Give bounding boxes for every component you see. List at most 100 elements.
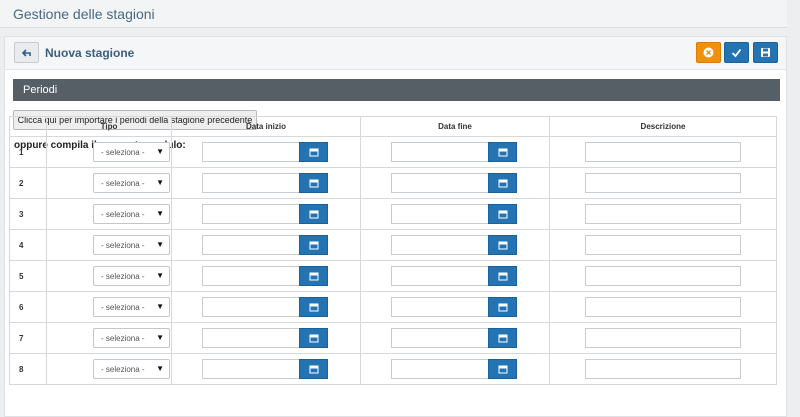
data-inizio-calendar-button[interactable] bbox=[299, 142, 328, 162]
data-inizio-input[interactable] bbox=[202, 142, 300, 162]
data-inizio-calendar-button[interactable] bbox=[299, 359, 328, 379]
back-arrow-icon bbox=[21, 48, 31, 57]
data-fine-input[interactable] bbox=[391, 204, 489, 224]
data-inizio-calendar-button[interactable] bbox=[299, 297, 328, 317]
descrizione-input[interactable] bbox=[585, 142, 741, 162]
data-fine-input[interactable] bbox=[391, 142, 489, 162]
tipo-select-value: - seleziona - bbox=[101, 303, 145, 312]
calendar-icon bbox=[498, 210, 507, 219]
table-row: 6 - seleziona - ▼ bbox=[9, 291, 777, 323]
data-inizio-calendar-button[interactable] bbox=[299, 266, 328, 286]
tipo-cell: - seleziona - ▼ bbox=[46, 167, 172, 199]
data-inizio-cell bbox=[171, 291, 361, 323]
header-data-fine: Data fine bbox=[360, 116, 550, 137]
back-button[interactable] bbox=[14, 42, 39, 63]
row-number: 4 bbox=[9, 229, 47, 261]
calendar-icon bbox=[309, 241, 318, 250]
data-fine-calendar-button[interactable] bbox=[488, 142, 517, 162]
data-fine-input[interactable] bbox=[391, 266, 489, 286]
data-inizio-field bbox=[202, 297, 328, 317]
periods-table: Tipo Data inizio Data fine Descrizione 1… bbox=[9, 116, 777, 385]
tipo-select[interactable]: - seleziona - ▼ bbox=[93, 142, 170, 162]
data-inizio-cell bbox=[171, 167, 361, 199]
data-fine-calendar-button[interactable] bbox=[488, 173, 517, 193]
tipo-select[interactable]: - seleziona - ▼ bbox=[93, 328, 170, 348]
data-inizio-calendar-button[interactable] bbox=[299, 204, 328, 224]
tipo-cell: - seleziona - ▼ bbox=[46, 136, 172, 168]
data-inizio-field bbox=[202, 235, 328, 255]
data-fine-field bbox=[391, 173, 517, 193]
descrizione-cell bbox=[549, 229, 777, 261]
tipo-select-value: - seleziona - bbox=[101, 241, 145, 250]
tipo-select[interactable]: - seleziona - ▼ bbox=[93, 204, 170, 224]
calendar-icon bbox=[498, 303, 507, 312]
table-row: 5 - seleziona - ▼ bbox=[9, 260, 777, 292]
data-fine-calendar-button[interactable] bbox=[488, 359, 517, 379]
data-fine-input[interactable] bbox=[391, 297, 489, 317]
header-num bbox=[9, 116, 47, 137]
data-inizio-input[interactable] bbox=[202, 328, 300, 348]
data-inizio-input[interactable] bbox=[202, 297, 300, 317]
data-inizio-calendar-button[interactable] bbox=[299, 328, 328, 348]
data-inizio-field bbox=[202, 204, 328, 224]
data-inizio-field bbox=[202, 328, 328, 348]
tipo-cell: - seleziona - ▼ bbox=[46, 260, 172, 292]
calendar-icon bbox=[309, 179, 318, 188]
data-inizio-input[interactable] bbox=[202, 173, 300, 193]
header-descrizione: Descrizione bbox=[549, 116, 777, 137]
calendar-icon bbox=[498, 365, 507, 374]
data-fine-input[interactable] bbox=[391, 328, 489, 348]
tipo-select[interactable]: - seleziona - ▼ bbox=[93, 173, 170, 193]
data-fine-calendar-button[interactable] bbox=[488, 297, 517, 317]
calendar-icon bbox=[498, 148, 507, 157]
caret-down-icon: ▼ bbox=[156, 364, 164, 373]
data-inizio-calendar-button[interactable] bbox=[299, 235, 328, 255]
data-inizio-field bbox=[202, 142, 328, 162]
tipo-cell: - seleziona - ▼ bbox=[46, 229, 172, 261]
data-inizio-input[interactable] bbox=[202, 359, 300, 379]
save-button[interactable] bbox=[753, 42, 778, 63]
tipo-select[interactable]: - seleziona - ▼ bbox=[93, 235, 170, 255]
descrizione-cell bbox=[549, 136, 777, 168]
tipo-select[interactable]: - seleziona - ▼ bbox=[93, 266, 170, 286]
table-row: 4 - seleziona - ▼ bbox=[9, 229, 777, 261]
data-fine-field bbox=[391, 204, 517, 224]
cancel-button[interactable] bbox=[696, 42, 721, 63]
data-fine-calendar-button[interactable] bbox=[488, 204, 517, 224]
data-fine-cell bbox=[360, 167, 550, 199]
caret-down-icon: ▼ bbox=[156, 271, 164, 280]
confirm-button[interactable] bbox=[724, 42, 749, 63]
data-fine-cell bbox=[360, 322, 550, 354]
tipo-select-value: - seleziona - bbox=[101, 210, 145, 219]
descrizione-input[interactable] bbox=[585, 266, 741, 286]
descrizione-cell bbox=[549, 322, 777, 354]
data-fine-calendar-button[interactable] bbox=[488, 235, 517, 255]
descrizione-input[interactable] bbox=[585, 173, 741, 193]
page-title: Gestione delle stagioni bbox=[13, 6, 155, 22]
row-number: 7 bbox=[9, 322, 47, 354]
floppy-disk-icon bbox=[761, 48, 770, 57]
descrizione-cell bbox=[549, 198, 777, 230]
panel-title: Nuova stagione bbox=[45, 46, 135, 60]
descrizione-input[interactable] bbox=[585, 359, 741, 379]
tipo-cell: - seleziona - ▼ bbox=[46, 198, 172, 230]
tipo-select[interactable]: - seleziona - ▼ bbox=[93, 359, 170, 379]
data-inizio-input[interactable] bbox=[202, 204, 300, 224]
data-inizio-calendar-button[interactable] bbox=[299, 173, 328, 193]
row-number: 6 bbox=[9, 291, 47, 323]
data-fine-input[interactable] bbox=[391, 173, 489, 193]
data-inizio-input[interactable] bbox=[202, 235, 300, 255]
row-number: 5 bbox=[9, 260, 47, 292]
descrizione-input[interactable] bbox=[585, 235, 741, 255]
row-number: 1 bbox=[9, 136, 47, 168]
data-fine-input[interactable] bbox=[391, 359, 489, 379]
descrizione-input[interactable] bbox=[585, 204, 741, 224]
data-inizio-input[interactable] bbox=[202, 266, 300, 286]
data-fine-input[interactable] bbox=[391, 235, 489, 255]
data-fine-calendar-button[interactable] bbox=[488, 328, 517, 348]
data-fine-calendar-button[interactable] bbox=[488, 266, 517, 286]
descrizione-input[interactable] bbox=[585, 328, 741, 348]
descrizione-input[interactable] bbox=[585, 297, 741, 317]
tipo-select[interactable]: - seleziona - ▼ bbox=[93, 297, 170, 317]
table-row: 1 - seleziona - ▼ bbox=[9, 136, 777, 168]
